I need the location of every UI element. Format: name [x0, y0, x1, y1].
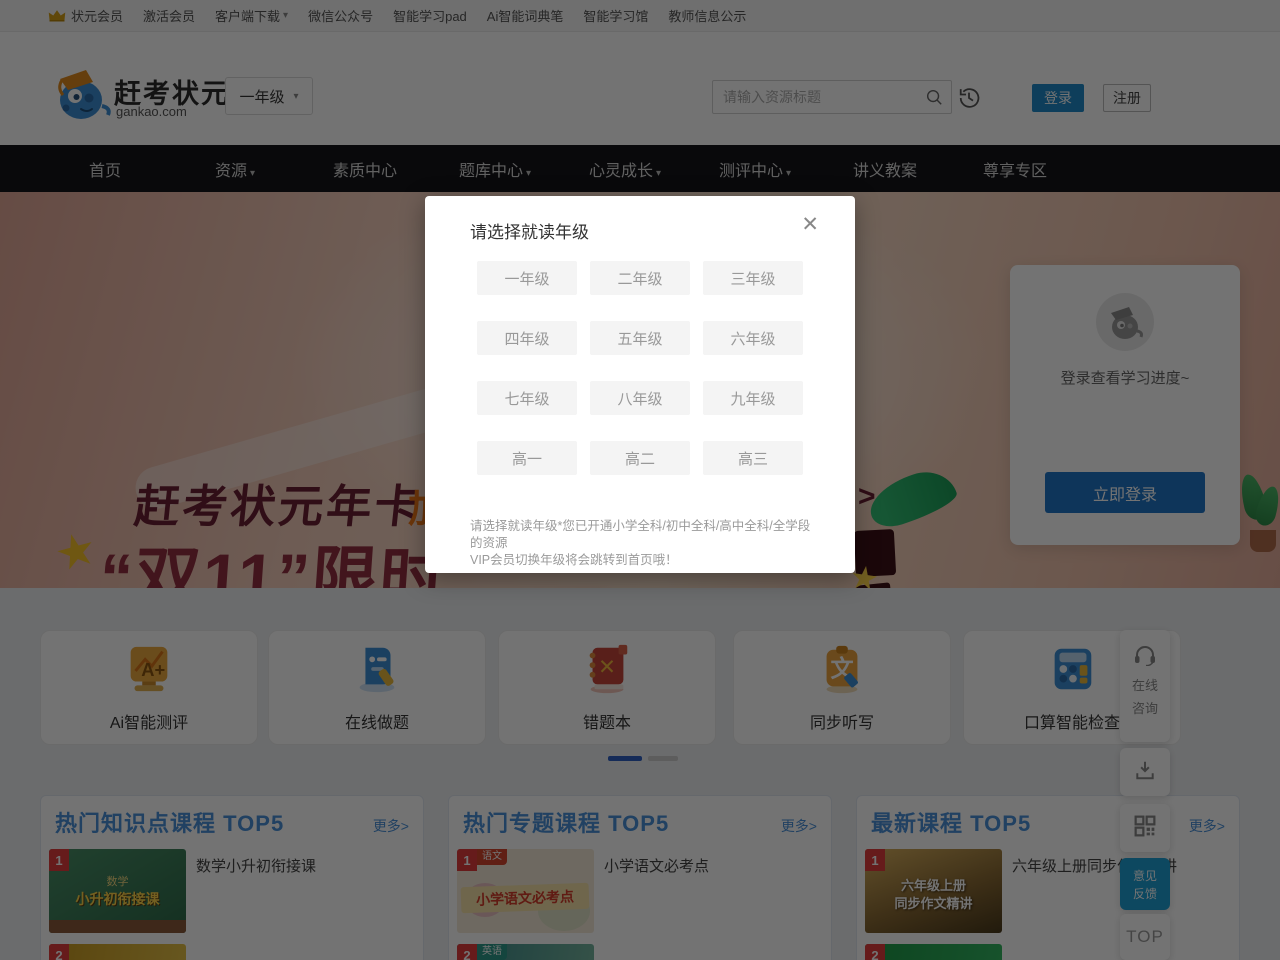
grade-button-9[interactable]: 九年级 — [703, 381, 803, 415]
grade-button-8[interactable]: 八年级 — [590, 381, 690, 415]
grade-select-modal: 请选择就读年级 ✕ 一年级 二年级 三年级 四年级 五年级 六年级 七年级 八年… — [425, 196, 855, 573]
modal-note-line: 请选择就读年级*您已开通小学全科/初中全科/高中全科/全学段的资源 — [470, 518, 820, 552]
grade-button-senior2[interactable]: 高二 — [590, 441, 690, 475]
grade-button-7[interactable]: 七年级 — [477, 381, 577, 415]
modal-title: 请选择就读年级 — [470, 218, 589, 243]
close-icon[interactable]: ✕ — [801, 214, 819, 235]
grade-button-6[interactable]: 六年级 — [703, 321, 803, 355]
grade-button-3[interactable]: 三年级 — [703, 261, 803, 295]
grade-button-senior1[interactable]: 高一 — [477, 441, 577, 475]
page: 状元会员 激活会员 客户端下载 ▾ 微信公众号 智能学习pad Ai智能词典笔 … — [0, 0, 1280, 960]
grade-button-1[interactable]: 一年级 — [477, 261, 577, 295]
grade-button-5[interactable]: 五年级 — [590, 321, 690, 355]
grade-button-2[interactable]: 二年级 — [590, 261, 690, 295]
grade-grid: 一年级 二年级 三年级 四年级 五年级 六年级 七年级 八年级 九年级 高一 高… — [477, 261, 803, 475]
modal-note: 请选择就读年级*您已开通小学全科/初中全科/高中全科/全学段的资源 VIP会员切… — [470, 518, 820, 569]
modal-note-line: VIP会员切换年级将会跳转到首页哦！ — [470, 552, 820, 569]
grade-button-senior3[interactable]: 高三 — [703, 441, 803, 475]
grade-button-4[interactable]: 四年级 — [477, 321, 577, 355]
